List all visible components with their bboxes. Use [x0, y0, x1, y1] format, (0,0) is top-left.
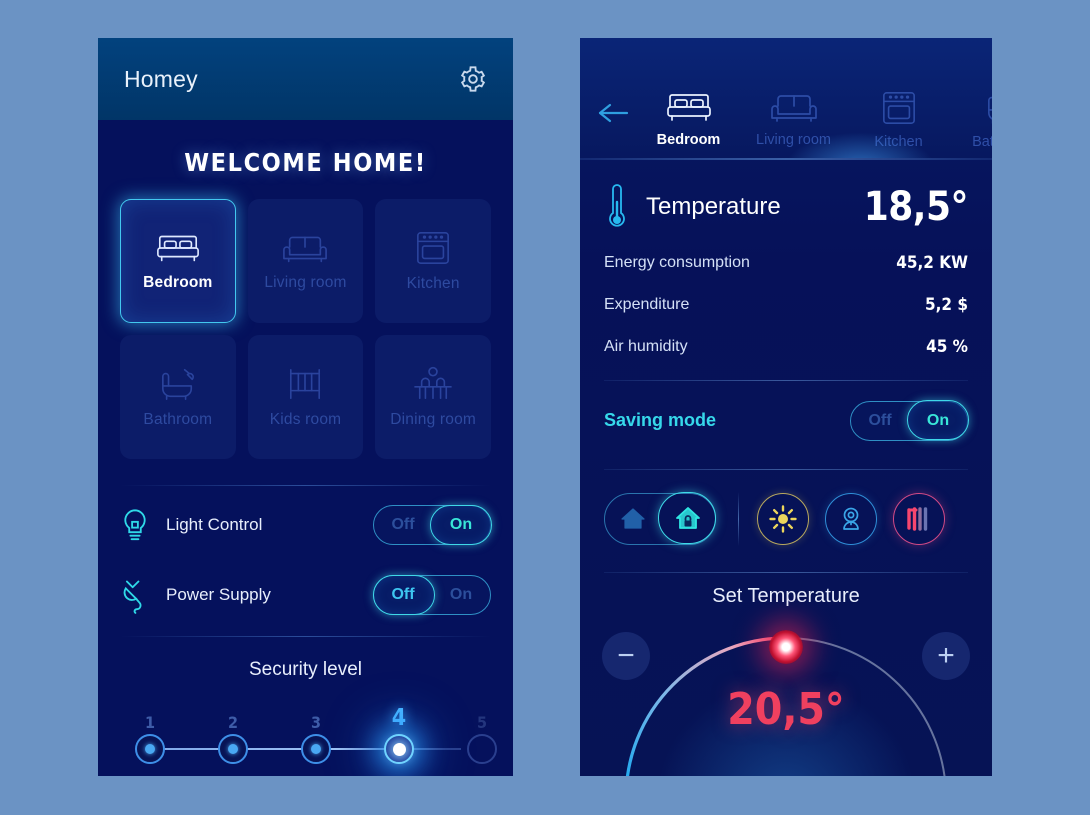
- minus-label: −: [617, 638, 635, 672]
- security-node-3[interactable]: 3: [298, 713, 334, 767]
- room-tile-living-room[interactable]: Living room: [247, 199, 364, 323]
- stat-row-humidity: Air humidity 45 %: [580, 326, 992, 368]
- security-node-label: 5: [476, 713, 488, 732]
- room-tile-kids-room[interactable]: Kids room: [247, 335, 364, 459]
- gear-icon[interactable]: [459, 65, 487, 93]
- security-node-label: 3: [310, 713, 322, 732]
- decrease-temperature-button[interactable]: −: [602, 631, 650, 680]
- divider: [604, 379, 968, 381]
- toggle-knob: [658, 492, 717, 545]
- security-level-slider[interactable]: 1 2 3 4 5: [132, 705, 497, 775]
- control-row-light: Light Control Off On: [98, 494, 513, 556]
- stat-value: 45 %: [926, 336, 968, 357]
- room-label: Living room: [264, 273, 347, 291]
- security-node-5[interactable]: 5: [464, 713, 500, 767]
- room-grid: Bedroom Living room Kitchen Bathroom Kid…: [98, 199, 513, 459]
- security-node-4-current[interactable]: 4: [381, 705, 417, 767]
- toggle-on-label[interactable]: On: [909, 412, 967, 430]
- control-label: Power Supply: [166, 585, 271, 604]
- tab-bathroom[interactable]: Bathroom: [951, 90, 992, 150]
- security-node-label: 2: [227, 713, 239, 732]
- room-label: Bathroom: [143, 410, 213, 428]
- divider: [120, 636, 491, 637]
- heater-icon[interactable]: [893, 492, 945, 545]
- security-node-label: 4: [391, 705, 407, 731]
- security-node-dot: [467, 734, 497, 764]
- toggle-off-label[interactable]: Off: [374, 516, 432, 534]
- stat-value: 45,2 KW: [896, 252, 968, 273]
- lightbulb-icon: [120, 508, 150, 542]
- security-node-dot: [301, 734, 331, 764]
- stat-row-energy: Energy consumption 45,2 KW: [580, 242, 992, 284]
- set-temperature-dial[interactable]: − + 20,5°: [580, 618, 992, 776]
- stat-row-expenditure: Expenditure 5,2 $: [580, 284, 992, 326]
- set-temperature-title: Set Temperature: [712, 584, 860, 607]
- saving-mode-label: Saving mode: [604, 410, 717, 430]
- temperature-value: 18,5°: [863, 183, 969, 230]
- set-temperature-value: 20,5°: [727, 683, 845, 735]
- divider: [120, 485, 491, 486]
- security-node-dot: [218, 734, 248, 764]
- room-tile-bedroom[interactable]: Bedroom: [120, 199, 236, 323]
- app-title: Homey: [124, 65, 198, 92]
- room-label: Dining room: [390, 410, 477, 428]
- divider: [738, 491, 739, 546]
- control-label: Light Control: [166, 515, 263, 534]
- room-label: Kids room: [269, 410, 342, 428]
- light-control-toggle[interactable]: Off On: [373, 504, 492, 545]
- security-node-dot: [135, 734, 165, 764]
- increase-temperature-button[interactable]: +: [922, 631, 970, 680]
- plug-icon: [120, 578, 150, 614]
- quick-action-row: [580, 482, 992, 560]
- stat-value: 5,2 $: [924, 294, 968, 315]
- plus-label: +: [937, 638, 955, 672]
- saving-mode-row: Saving mode Off On: [580, 393, 992, 457]
- security-node-label: 1: [144, 713, 156, 732]
- stat-label: Expenditure: [604, 295, 690, 313]
- saving-mode-toggle[interactable]: Off On: [850, 400, 969, 441]
- thermometer-icon: [604, 182, 630, 232]
- room-tile-bathroom[interactable]: Bathroom: [120, 335, 236, 459]
- toggle-on-label[interactable]: On: [432, 516, 490, 534]
- home-mode-toggle[interactable]: [604, 492, 717, 545]
- temperature-header: Temperature 18,5°: [580, 160, 992, 242]
- divider: [604, 571, 968, 573]
- right-phone-screen: Bedroom Living room Kitchen: [580, 38, 992, 776]
- toggle-off-label[interactable]: Off: [851, 412, 909, 430]
- left-phone-screen: Homey WELCOME HOME! Bedroom Living room …: [98, 38, 513, 776]
- tab-bedroom[interactable]: Bedroom: [636, 90, 741, 148]
- toggle-off-label[interactable]: Off: [374, 586, 432, 604]
- divider: [604, 468, 968, 470]
- camera-icon[interactable]: [825, 492, 877, 545]
- tab-label: Bedroom: [656, 132, 721, 148]
- back-arrow-icon[interactable]: [596, 100, 630, 126]
- room-label: Bedroom: [143, 273, 213, 291]
- security-node-dot: [384, 734, 414, 764]
- security-node-1[interactable]: 1: [132, 713, 168, 767]
- room-tile-kitchen[interactable]: Kitchen: [375, 199, 491, 323]
- welcome-heading: WELCOME HOME!: [184, 148, 427, 177]
- security-node-2[interactable]: 2: [215, 713, 251, 767]
- toggle-on-label[interactable]: On: [432, 586, 490, 604]
- dial-handle[interactable]: [769, 629, 803, 664]
- security-level-title: Security level: [249, 659, 362, 680]
- app-header: Homey: [98, 38, 513, 120]
- house-icon[interactable]: [605, 506, 660, 532]
- stat-label: Energy consumption: [604, 253, 750, 271]
- control-row-power: Power Supply Off On: [98, 564, 513, 626]
- room-label: Kitchen: [406, 274, 460, 292]
- power-supply-toggle[interactable]: Off On: [372, 574, 491, 615]
- room-tab-bar: Bedroom Living room Kitchen: [580, 38, 992, 158]
- screenshot-root: Homey WELCOME HOME! Bedroom Living room …: [0, 0, 1090, 815]
- sun-icon[interactable]: [757, 492, 809, 545]
- temperature-label: Temperature: [646, 192, 781, 220]
- tab-label: Bathroom: [972, 134, 992, 150]
- room-tile-dining-room[interactable]: Dining room: [375, 335, 491, 459]
- stat-label: Air humidity: [604, 337, 688, 355]
